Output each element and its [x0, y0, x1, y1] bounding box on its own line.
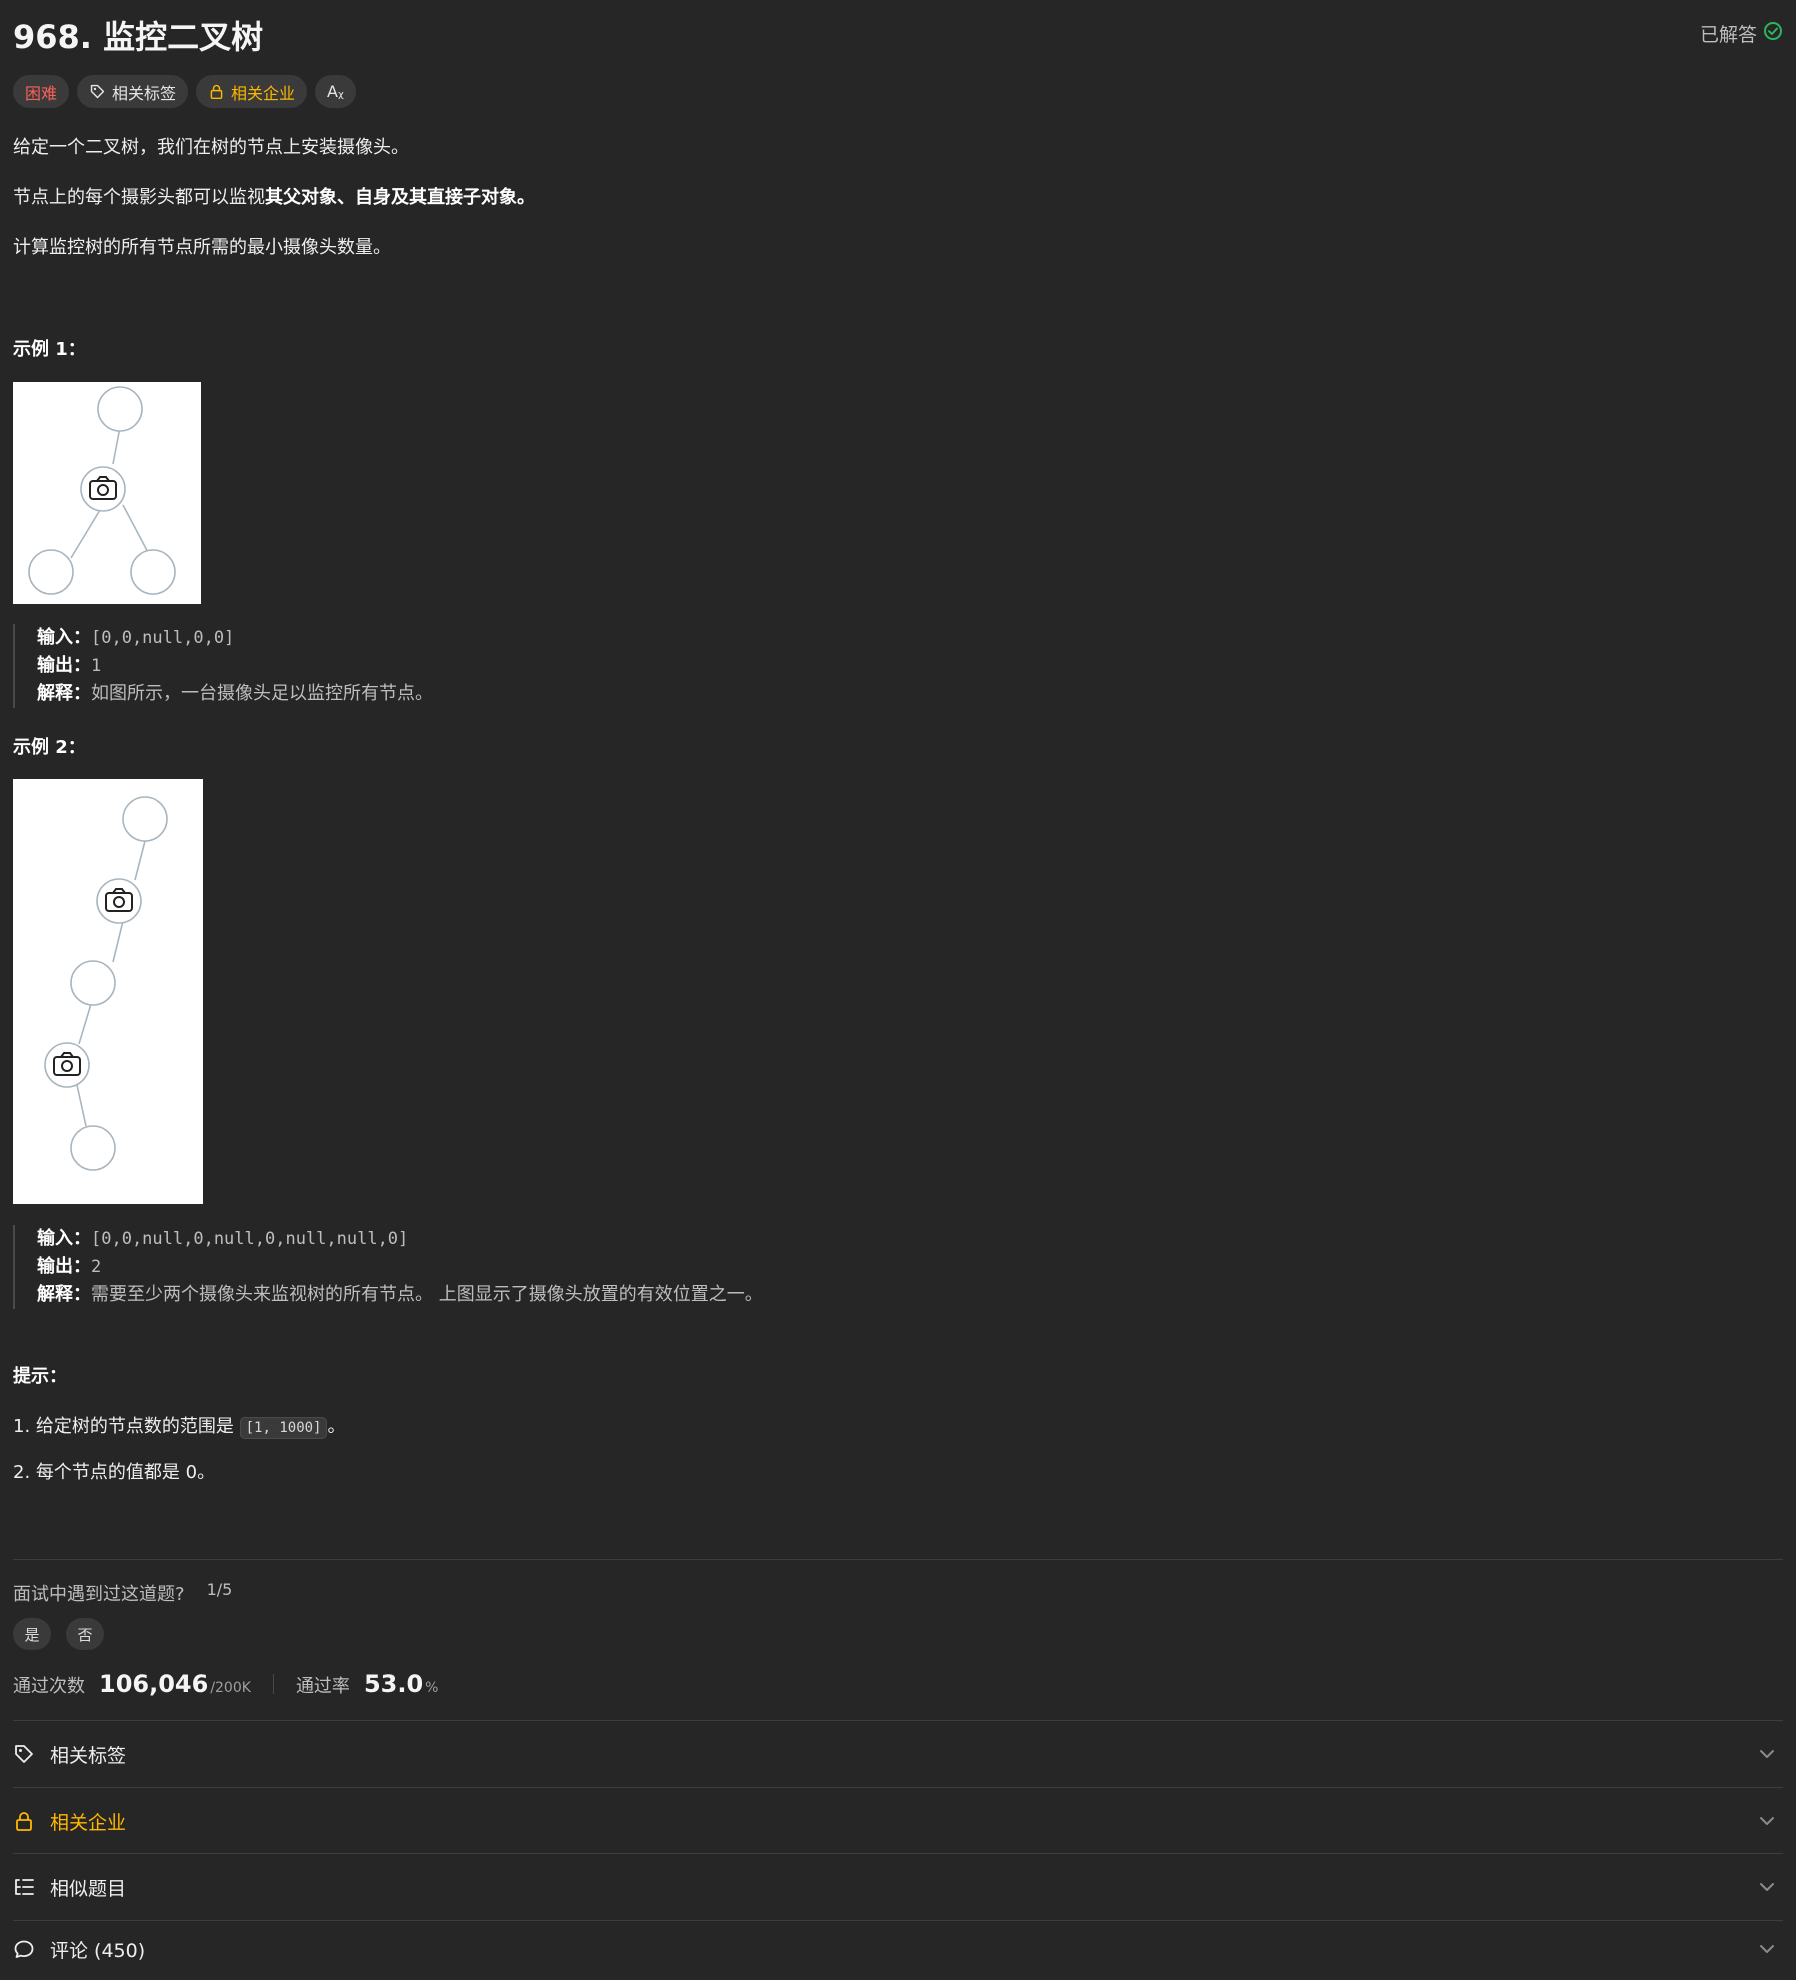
solved-status: 已解答 [1700, 20, 1783, 47]
hint-1-code: [1, 1000] [239, 1417, 328, 1439]
stats-separator [272, 1674, 274, 1694]
explain-label: 解释： [37, 1284, 91, 1305]
stats-row: 通过次数 106,046 /200K 通过率 53.0 % [13, 1670, 438, 1698]
translate-icon: Aᵪ [327, 82, 344, 101]
description-paragraph-3: 计算监控树的所有节点所需的最小摄像头数量。 [13, 237, 391, 258]
topics-tag-button[interactable]: 相关标签 [77, 75, 189, 108]
hint-1-suffix: 。 [327, 1416, 346, 1437]
accordion-similar[interactable]: 相似题目 [13, 1854, 1783, 1920]
comment-icon [13, 1938, 35, 1960]
example-2-tree-image [13, 779, 203, 1204]
companies-tag-button[interactable]: 相关企业 [196, 75, 308, 108]
example-1-explain: 如图所示，一台摄像头足以监控所有节点。 [91, 683, 433, 704]
chevron-down-icon [1760, 1883, 1774, 1891]
accordion-companies[interactable]: 相关企业 [13, 1788, 1783, 1854]
description-text: 节点上的每个摄影头都可以监视 [13, 187, 265, 208]
interview-answer-buttons: 是 否 [13, 1618, 104, 1650]
acceptance-rate: 53.0 [363, 1670, 424, 1698]
hint-item-1: 1. 给定树的节点数的范围是 [1, 1000]。 [13, 1412, 346, 1439]
example-1-block: 输入：[0,0,null,0,0] 输出：1 解释：如图所示，一台摄像头足以监控… [13, 624, 433, 708]
description-bold-text: 其父对象、自身及其直接子对象。 [265, 187, 535, 208]
companies-tag-label: 相关企业 [231, 83, 296, 103]
tag-icon [89, 83, 106, 100]
hints-heading: 提示： [13, 1366, 67, 1387]
accepted-count: 106,046 [99, 1670, 209, 1698]
check-circle-icon [1763, 21, 1783, 46]
hint-1-text: 1. 给定树的节点数的范围是 [13, 1416, 240, 1437]
yes-button[interactable]: 是 [13, 1618, 51, 1650]
accordion-similar-label: 相似题目 [50, 1877, 127, 1900]
example-1-heading: 示例 1： [13, 339, 86, 360]
tag-icon [13, 1743, 35, 1765]
example-2-output: 2 [91, 1257, 102, 1277]
list-tree-icon [13, 1876, 35, 1898]
example-1-input: [0,0,null,0,0] [91, 628, 235, 648]
input-label: 输入： [37, 627, 91, 648]
description-paragraph-2: 节点上的每个摄影头都可以监视其父对象、自身及其直接子对象。 [13, 183, 535, 209]
interview-fraction: 1/5 [206, 1580, 233, 1599]
accordion-topics-label: 相关标签 [50, 1744, 127, 1767]
output-label: 输出： [37, 1256, 91, 1277]
no-button[interactable]: 否 [66, 1618, 104, 1650]
chevron-down-icon [1760, 1945, 1774, 1953]
example-2-input: [0,0,null,0,null,0,null,null,0] [91, 1229, 409, 1249]
input-label: 输入： [37, 1228, 91, 1249]
hint-item-2: 2. 每个节点的值都是 0。 [13, 1462, 216, 1483]
acceptance-rate-unit: % [425, 1680, 439, 1696]
tag-row: 困难 相关标签 相关企业 Aᵪ [13, 75, 356, 108]
description-paragraph-1: 给定一个二叉树，我们在树的节点上安装摄像头。 [13, 137, 409, 158]
accordion-companies-label: 相关企业 [50, 1811, 127, 1834]
lock-icon [208, 83, 225, 100]
example-2-heading: 示例 2： [13, 737, 86, 758]
accordion-comments-label: 评论 (450) [50, 1939, 146, 1962]
example-2-explain: 需要至少两个摄像头来监视树的所有节点。 上图显示了摄像头放置的有效位置之一。 [91, 1284, 763, 1305]
problem-title: 968. 监控二叉树 [13, 18, 264, 56]
accordion-comments[interactable]: 评论 (450) [13, 1921, 1783, 1977]
submissions-count: /200K [210, 1680, 251, 1696]
topics-tag-label: 相关标签 [112, 83, 177, 103]
interview-label: 面试中遇到过这道题? [13, 1584, 185, 1605]
output-label: 输出： [37, 655, 91, 676]
translate-button[interactable]: Aᵪ [315, 75, 356, 108]
accordion-topics[interactable]: 相关标签 [13, 1721, 1783, 1787]
interview-question: 面试中遇到过这道题? 1/5 [13, 1580, 232, 1606]
divider [13, 1559, 1783, 1560]
lock-icon [13, 1810, 35, 1832]
example-1-output: 1 [91, 656, 102, 676]
chevron-down-icon [1760, 1750, 1774, 1758]
chevron-down-icon [1760, 1817, 1774, 1825]
example-1-tree-image [13, 382, 201, 604]
acceptance-rate-label: 通过率 [295, 1676, 350, 1697]
difficulty-badge: 困难 [13, 75, 70, 108]
example-2-block: 输入：[0,0,null,0,null,0,null,null,0] 输出：2 … [13, 1225, 763, 1309]
solved-label: 已解答 [1699, 24, 1757, 46]
explain-label: 解释： [37, 683, 91, 704]
accepted-label: 通过次数 [13, 1676, 85, 1697]
